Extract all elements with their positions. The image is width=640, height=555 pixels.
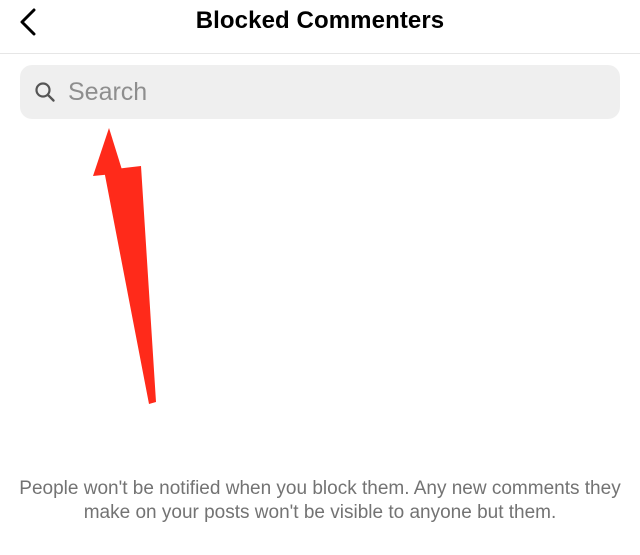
search-bar[interactable] — [20, 65, 620, 119]
blocked-commenters-screen: Blocked Commenters People won't be notif… — [0, 0, 640, 555]
search-input[interactable] — [66, 65, 606, 119]
page-title: Blocked Commenters — [195, 7, 445, 34]
search-icon — [35, 82, 55, 102]
header-bar: Blocked Commenters — [0, 0, 640, 54]
info-text: People won't be notified when you block … — [19, 478, 621, 523]
